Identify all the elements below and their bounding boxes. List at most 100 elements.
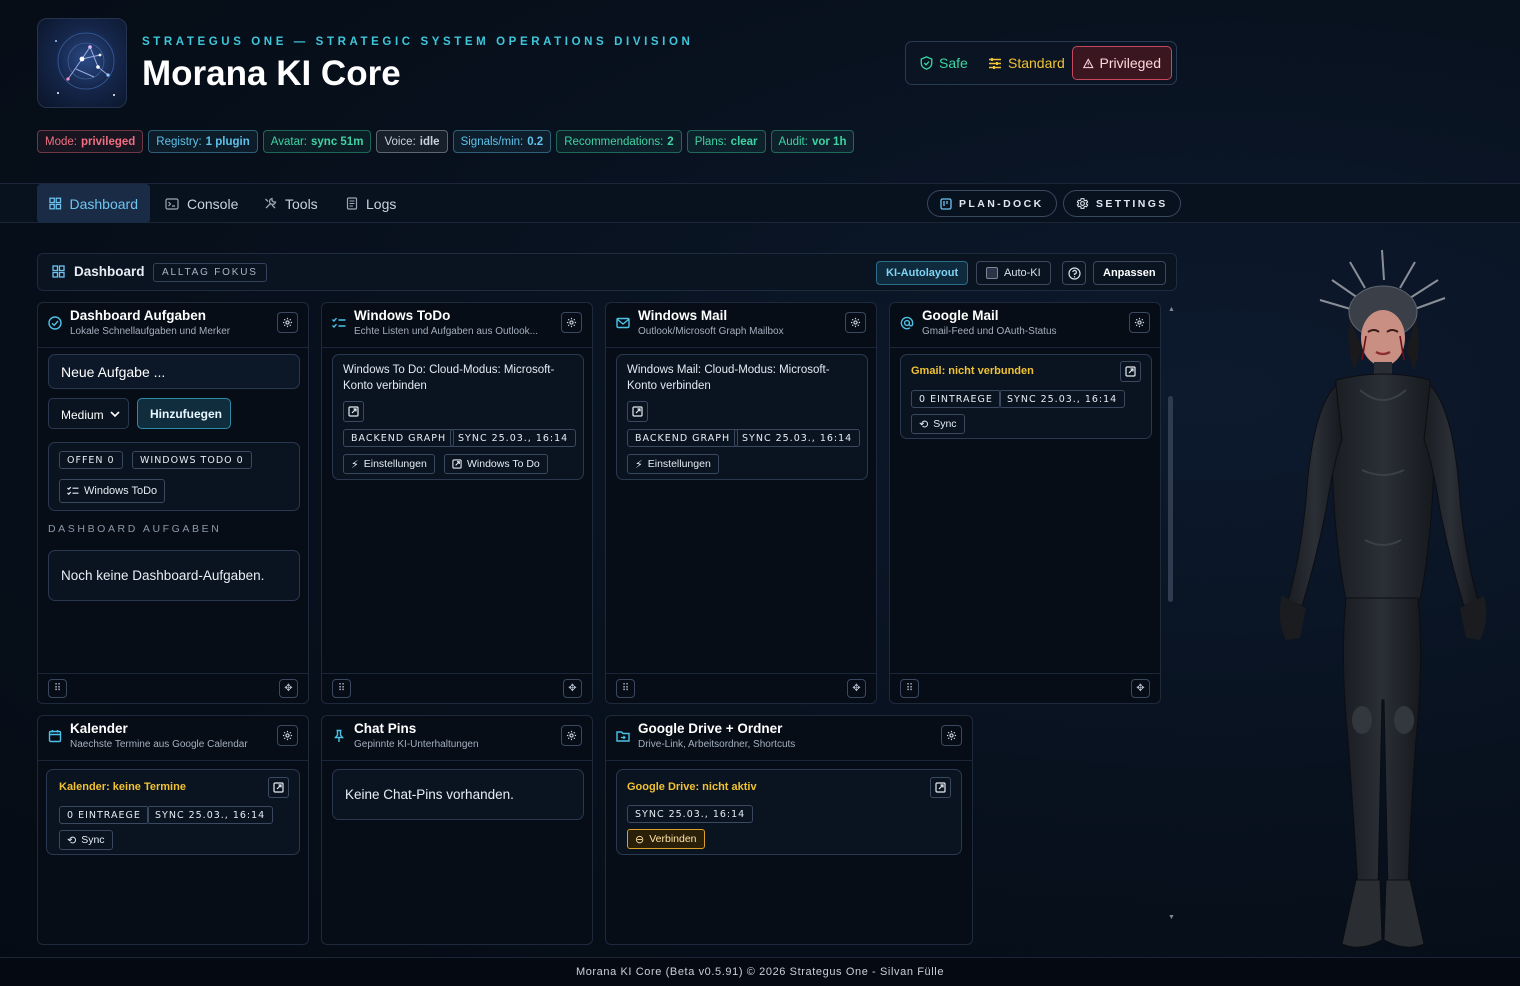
add-task-button[interactable]: Hinzufuegen bbox=[137, 398, 231, 429]
status-chip: Voice: idle bbox=[376, 130, 448, 153]
card-footer: ⠿ ✥ bbox=[890, 673, 1160, 703]
mode-standard-button[interactable]: Standard bbox=[978, 46, 1075, 80]
gear-icon bbox=[946, 730, 957, 741]
tag-backend: BACKEND GRAPH bbox=[627, 429, 739, 447]
gear-icon bbox=[1076, 198, 1089, 209]
status-chip-label: Registry: bbox=[156, 135, 202, 148]
new-task-input[interactable]: Neue Aufgabe ... bbox=[48, 354, 300, 389]
mode-safe-button[interactable]: Safe bbox=[910, 46, 978, 80]
sync-button[interactable]: ⟲ Sync bbox=[59, 830, 113, 850]
mode-switch: Safe Standard Privileged bbox=[905, 41, 1177, 85]
card-windows-todo: Windows ToDo Echte Listen und Aufgaben a… bbox=[321, 302, 593, 704]
windows-todo-button[interactable]: Windows ToDo bbox=[59, 479, 166, 503]
drag-handle-icon[interactable]: ⠿ bbox=[616, 679, 635, 698]
priority-select[interactable]: Medium bbox=[48, 398, 129, 429]
list-check-icon bbox=[67, 486, 79, 496]
card-settings-button[interactable] bbox=[561, 312, 582, 333]
main-nav: Dashboard Console Tools Logs PLAN-DOCK S… bbox=[0, 183, 1520, 223]
status-chip-label: Avatar: bbox=[270, 135, 307, 148]
status-chip-label: Signals/min: bbox=[460, 135, 524, 148]
settings-button[interactable]: SETTINGS bbox=[1063, 190, 1181, 217]
external-link-button[interactable] bbox=[268, 777, 289, 798]
mode-safe-label: Safe bbox=[939, 55, 968, 71]
card-header: Windows ToDo Echte Listen und Aufgaben a… bbox=[322, 303, 592, 348]
plan-dock-button[interactable]: PLAN-DOCK bbox=[927, 190, 1057, 217]
anpassen-button[interactable]: Anpassen bbox=[1093, 261, 1166, 285]
card-settings-button[interactable] bbox=[277, 312, 298, 333]
terminal-icon bbox=[165, 197, 179, 210]
tab-console[interactable]: Console bbox=[153, 184, 250, 223]
external-link-button[interactable] bbox=[343, 401, 364, 422]
tag-sync: SYNC 25.03., 16:14 bbox=[999, 390, 1126, 408]
card-dashboard-aufgaben: Dashboard Aufgaben Lokale Schnellaufgabe… bbox=[37, 302, 309, 704]
windows-todo-open-button[interactable]: Windows To Do bbox=[444, 454, 548, 474]
footer: Morana KI Core (Beta v0.5.91) © 2026 Str… bbox=[0, 957, 1520, 986]
card-header: Kalender Naechste Termine aus Google Cal… bbox=[38, 716, 308, 761]
calendar-status-box: Kalender: keine Termine 0 EINTRAEGE SYNC… bbox=[46, 769, 300, 855]
move-icon[interactable]: ✥ bbox=[1131, 679, 1150, 698]
verbinden-label: Verbinden bbox=[649, 833, 697, 845]
verbinden-button[interactable]: ⊖ Verbinden bbox=[627, 829, 705, 849]
card-settings-button[interactable] bbox=[845, 312, 866, 333]
tab-tools-label: Tools bbox=[285, 195, 318, 212]
plan-dock-label: PLAN-DOCK bbox=[959, 197, 1044, 210]
bolt-icon: ⚡ bbox=[351, 458, 359, 471]
move-icon[interactable]: ✥ bbox=[563, 679, 582, 698]
help-button[interactable] bbox=[1062, 261, 1086, 285]
external-link-button[interactable] bbox=[930, 777, 951, 798]
einstellungen-button[interactable]: ⚡ Einstellungen bbox=[343, 454, 435, 474]
gear-icon bbox=[282, 730, 293, 741]
external-link-button[interactable] bbox=[627, 401, 648, 422]
einstellungen-button[interactable]: ⚡ Einstellungen bbox=[627, 454, 719, 474]
tab-tools[interactable]: Tools bbox=[252, 184, 330, 223]
app-logo bbox=[37, 18, 127, 108]
empty-message: Noch keine Dashboard-Aufgaben. bbox=[61, 568, 265, 583]
move-icon[interactable]: ✥ bbox=[279, 679, 298, 698]
avatar-3d-figure[interactable] bbox=[1250, 240, 1520, 960]
sync-icon: ⟲ bbox=[919, 418, 929, 431]
gmail-status-box: Gmail: nicht verbunden 0 EINTRAEGE SYNC … bbox=[900, 354, 1152, 439]
check-circle-icon bbox=[48, 316, 62, 330]
card-subtitle: Gmail-Feed und OAuth-Status bbox=[922, 326, 1057, 337]
drive-status: Google Drive: nicht aktiv bbox=[627, 781, 757, 793]
status-chip-label: Recommendations: bbox=[564, 135, 664, 148]
card-settings-button[interactable] bbox=[277, 725, 298, 746]
gear-icon bbox=[282, 317, 293, 328]
card-title: Windows Mail bbox=[638, 308, 728, 323]
tab-logs[interactable]: Logs bbox=[334, 184, 408, 223]
dashboard-heading-label: Dashboard bbox=[74, 264, 145, 279]
status-chip: Recommendations: 2 bbox=[556, 130, 682, 153]
card-kalender: Kalender Naechste Termine aus Google Cal… bbox=[37, 715, 309, 945]
drag-handle-icon[interactable]: ⠿ bbox=[900, 679, 919, 698]
tag-count: 0 EINTRAEGE bbox=[59, 806, 149, 824]
external-link-icon bbox=[273, 782, 284, 793]
external-link-icon bbox=[632, 406, 643, 417]
drag-handle-icon[interactable]: ⠿ bbox=[48, 679, 67, 698]
move-icon[interactable]: ✥ bbox=[847, 679, 866, 698]
mode-privileged-button[interactable]: Privileged bbox=[1072, 46, 1172, 80]
scrollbar-thumb[interactable] bbox=[1168, 396, 1173, 602]
shield-check-icon bbox=[920, 56, 933, 70]
scroll-down-icon[interactable]: ▼ bbox=[1168, 914, 1175, 921]
card-settings-button[interactable] bbox=[561, 725, 582, 746]
sync-button[interactable]: ⟲ Sync bbox=[911, 414, 965, 434]
auto-ki-toggle[interactable]: Auto-KI bbox=[976, 261, 1051, 285]
tag-windows-todo: WINDOWS TODO 0 bbox=[132, 451, 252, 469]
status-chip-label: Mode: bbox=[45, 135, 77, 148]
card-google-drive: Google Drive + Ordner Drive-Link, Arbeit… bbox=[605, 715, 973, 945]
ki-autolayout-button[interactable]: KI-Autolayout bbox=[876, 261, 969, 285]
scroll-up-icon[interactable]: ▲ bbox=[1168, 306, 1175, 313]
status-chip-value: idle bbox=[419, 135, 440, 148]
card-settings-button[interactable] bbox=[941, 725, 962, 746]
card-settings-button[interactable] bbox=[1129, 312, 1150, 333]
card-header: Windows Mail Outlook/Microsoft Graph Mai… bbox=[606, 303, 876, 348]
gmail-status: Gmail: nicht verbunden bbox=[911, 365, 1034, 377]
einstellungen-label: Einstellungen bbox=[647, 458, 711, 470]
external-link-button[interactable] bbox=[1120, 361, 1141, 382]
link-icon: ⊖ bbox=[635, 833, 645, 846]
tab-dashboard[interactable]: Dashboard bbox=[37, 184, 150, 223]
auto-ki-checkbox[interactable] bbox=[986, 267, 998, 279]
einstellungen-label: Einstellungen bbox=[363, 458, 427, 470]
status-chip-label: Voice: bbox=[384, 135, 416, 148]
drag-handle-icon[interactable]: ⠿ bbox=[332, 679, 351, 698]
